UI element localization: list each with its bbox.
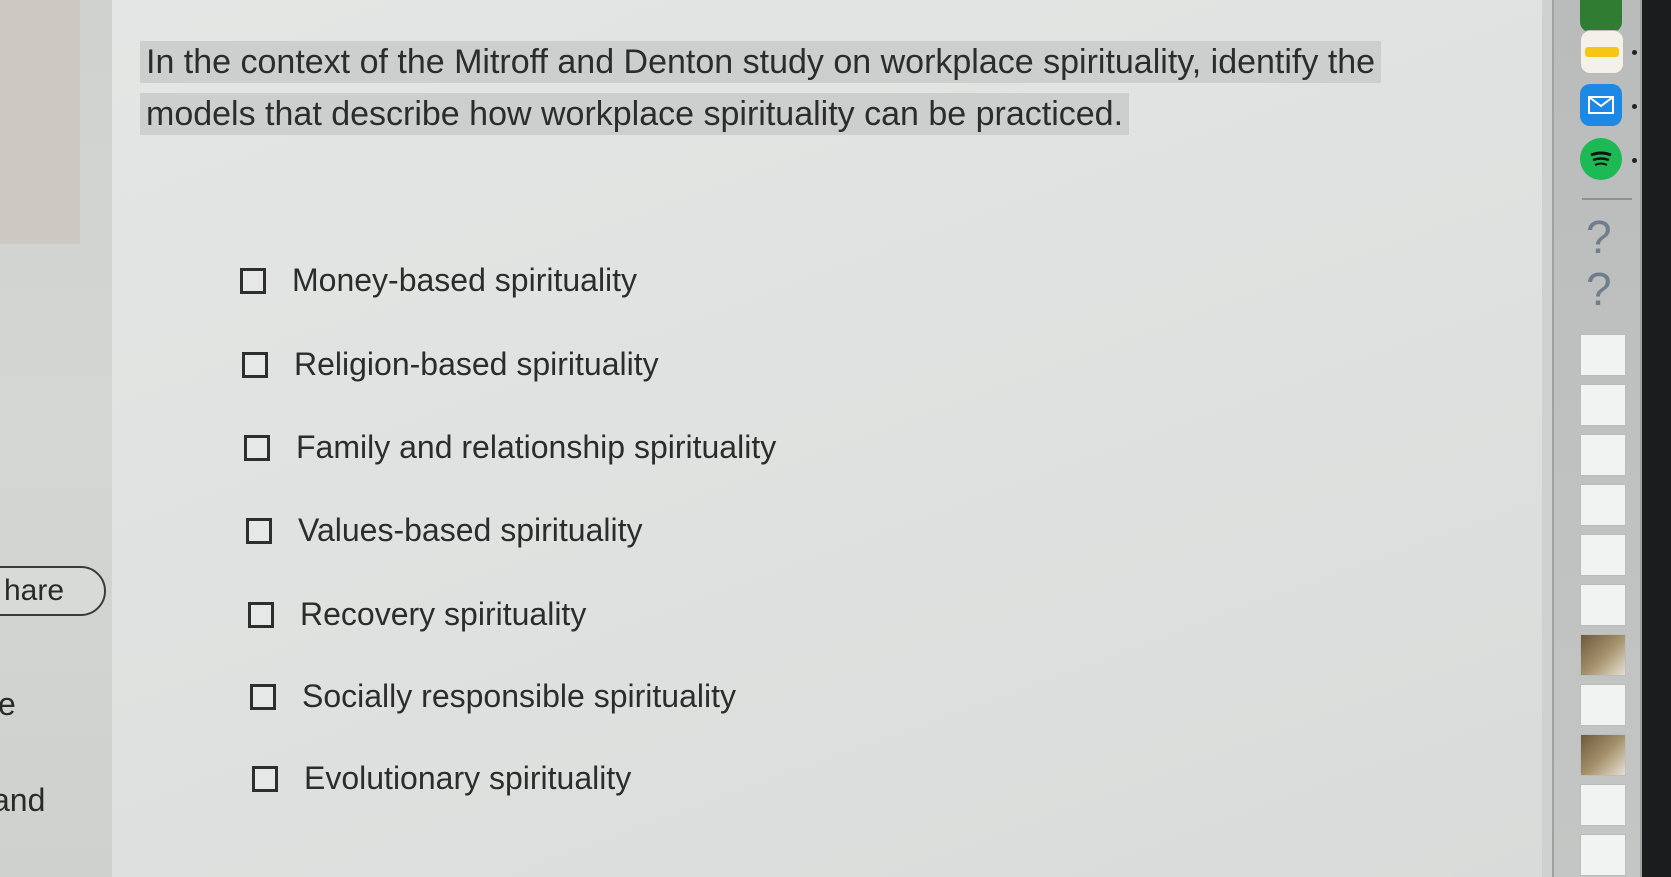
document-thumbnail-icon[interactable] — [1580, 384, 1626, 426]
sidebar-top-block — [0, 0, 80, 244]
checkbox[interactable] — [248, 601, 274, 628]
spreadsheet-icon[interactable] — [1580, 0, 1622, 32]
checkbox[interactable] — [242, 351, 268, 378]
checkbox[interactable] — [244, 434, 270, 461]
option-label: Evolutionary spirituality — [304, 760, 632, 796]
option-label: Family and relationship spirituality — [296, 429, 777, 465]
share-button[interactable]: hare — [0, 566, 106, 616]
sidebar-text-fragment: e — [0, 686, 16, 722]
help-icon[interactable]: ? — [1586, 210, 1612, 264]
question-text: In the context of the Mitroff and Denton… — [140, 36, 1440, 140]
document-thumbnail-icon[interactable] — [1580, 484, 1626, 526]
option-family-relationship[interactable]: Family and relationship spirituality — [244, 429, 776, 466]
question-panel: In the context of the Mitroff and Denton… — [112, 0, 1542, 877]
document-thumbnail-icon[interactable] — [1580, 834, 1626, 876]
running-indicator — [1632, 50, 1637, 55]
notes-stripe-icon — [1585, 47, 1619, 57]
option-money-based[interactable]: Money-based spirituality — [240, 262, 637, 299]
document-thumbnail-icon[interactable] — [1580, 434, 1626, 476]
envelope-icon — [1588, 96, 1614, 114]
document-thumbnail-icon[interactable] — [1580, 534, 1626, 576]
document-thumbnail-icon[interactable] — [1580, 684, 1626, 726]
notes-icon[interactable] — [1580, 30, 1624, 74]
document-thumbnail-icon[interactable] — [1580, 334, 1626, 376]
option-socially-responsible[interactable]: Socially responsible spirituality — [250, 678, 736, 715]
dock-separator — [1582, 198, 1632, 200]
screen-bezel — [1642, 0, 1671, 877]
checkbox[interactable] — [246, 517, 272, 544]
running-indicator — [1632, 104, 1637, 109]
spotify-icon[interactable] — [1580, 138, 1622, 180]
document-thumbnail-icon[interactable] — [1580, 584, 1626, 626]
question-highlight: In the context of the Mitroff and Denton… — [140, 41, 1382, 135]
option-evolutionary[interactable]: Evolutionary spirituality — [252, 760, 631, 797]
sidebar-text-fragment: and — [0, 782, 46, 818]
app-dock: ? ? — [1542, 0, 1671, 877]
option-label: Money-based spirituality — [292, 262, 638, 298]
option-values-based[interactable]: Values-based spirituality — [246, 512, 642, 549]
option-label: Values-based spirituality — [298, 512, 643, 548]
left-sidebar: hare e and — [0, 0, 112, 877]
option-label: Recovery spirituality — [300, 596, 587, 632]
help-icon[interactable]: ? — [1586, 262, 1612, 316]
option-label: Religion-based spirituality — [294, 346, 659, 382]
option-label: Socially responsible spirituality — [302, 678, 736, 714]
dock-bar: ? ? — [1552, 0, 1642, 877]
option-religion-based[interactable]: Religion-based spirituality — [242, 346, 659, 383]
running-indicator — [1632, 158, 1637, 163]
checkbox[interactable] — [250, 683, 276, 710]
mail-icon[interactable] — [1580, 84, 1622, 126]
option-recovery[interactable]: Recovery spirituality — [248, 596, 586, 633]
photo-thumbnail-icon[interactable] — [1580, 734, 1626, 776]
spotify-waves-icon — [1590, 151, 1612, 166]
checkbox[interactable] — [252, 765, 278, 792]
document-thumbnail-icon[interactable] — [1580, 784, 1626, 826]
photo-thumbnail-icon[interactable] — [1580, 634, 1626, 676]
checkbox[interactable] — [240, 267, 266, 294]
